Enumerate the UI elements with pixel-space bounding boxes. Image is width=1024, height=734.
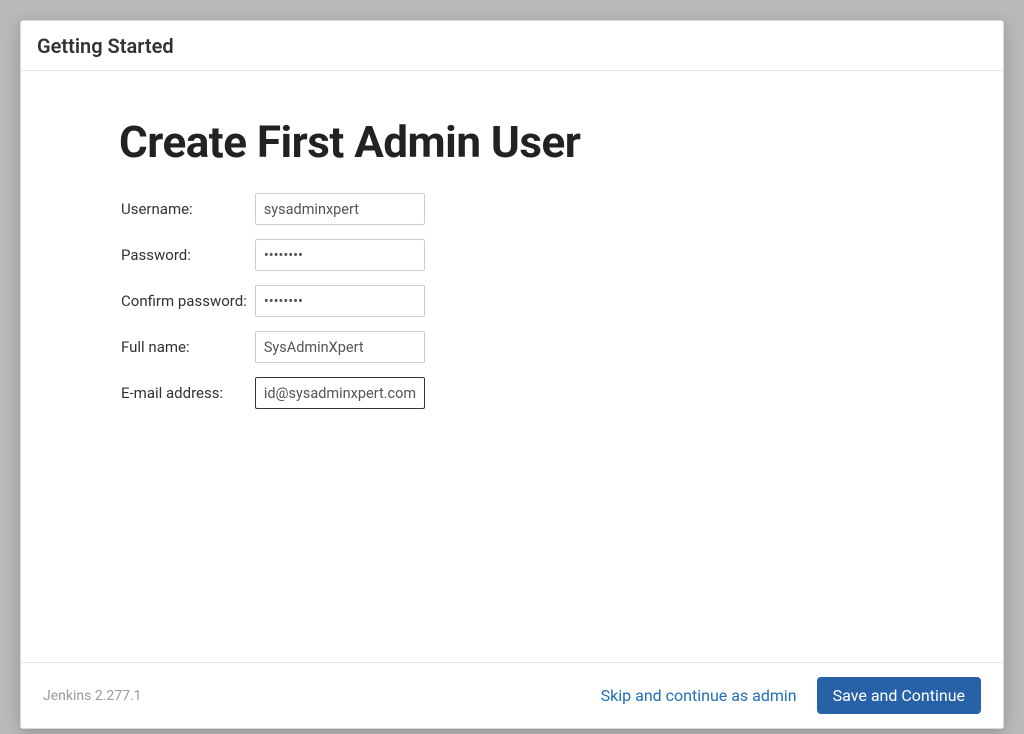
email-label: E-mail address:	[121, 370, 255, 416]
modal-body: Create First Admin User Username: Passwo…	[21, 71, 1003, 662]
page-title: Create First Admin User	[119, 116, 903, 168]
modal-header: Getting Started	[21, 21, 1003, 71]
username-input[interactable]	[255, 193, 425, 225]
password-input[interactable]	[255, 239, 425, 271]
confirm-password-label: Confirm password:	[121, 278, 255, 324]
admin-user-form: Username: Password: Confirm password: Fu…	[121, 186, 425, 416]
save-continue-button[interactable]: Save and Continue	[817, 677, 981, 714]
skip-link[interactable]: Skip and continue as admin	[601, 686, 797, 705]
fullname-label: Full name:	[121, 324, 255, 370]
version-label: Jenkins 2.277.1	[43, 688, 142, 704]
username-label: Username:	[121, 186, 255, 232]
modal-title: Getting Started	[37, 34, 987, 58]
email-input[interactable]	[255, 377, 425, 409]
modal-footer: Jenkins 2.277.1 Skip and continue as adm…	[21, 662, 1003, 728]
fullname-input[interactable]	[255, 331, 425, 363]
password-label: Password:	[121, 232, 255, 278]
footer-actions: Skip and continue as admin Save and Cont…	[601, 677, 981, 714]
confirm-password-input[interactable]	[255, 285, 425, 317]
setup-wizard-modal: Getting Started Create First Admin User …	[20, 20, 1004, 729]
